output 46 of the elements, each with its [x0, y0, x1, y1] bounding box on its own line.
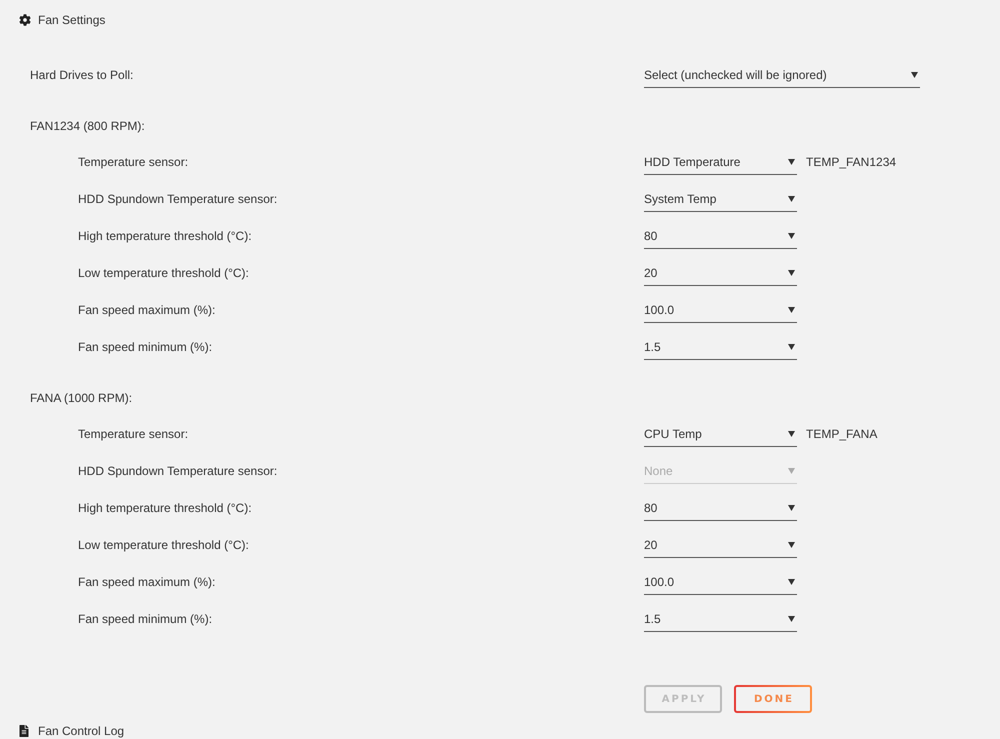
field-label: High temperature threshold (°C): [78, 500, 253, 514]
field-label: Low temperature threshold (°C): [78, 266, 250, 280]
field-label: Fan speed minimum (%): [78, 340, 214, 354]
field-label: Fan speed maximum (%): [78, 302, 216, 316]
caret-icon [911, 72, 918, 78]
dropdown-field[interactable]: 80 [644, 223, 797, 249]
caret-icon [788, 232, 795, 238]
field-label: Low temperature threshold (°C): [78, 538, 250, 552]
caret-icon [788, 542, 795, 548]
dropdown-field[interactable]: CPU Temp [644, 421, 797, 447]
field-label: HDD Spundown Temperature sensor: [78, 464, 278, 478]
dropdown-field[interactable]: 100.0 [644, 297, 797, 323]
dropdown-field[interactable]: 80 [644, 495, 797, 521]
caret-icon [788, 158, 795, 164]
field-label: Temperature sensor: [78, 154, 190, 168]
caret-icon [788, 344, 795, 350]
dropdown-field[interactable]: System Temp [644, 186, 797, 212]
caret-icon [788, 468, 795, 474]
gear-icon [19, 14, 31, 26]
dropdown-field[interactable]: 20 [644, 260, 797, 286]
field-label: HDD Spundown Temperature sensor: [78, 192, 278, 206]
caret-icon [788, 196, 795, 202]
caret-icon [788, 616, 795, 622]
caret-icon [788, 270, 795, 276]
fan-title: FAN1234 (800 RPM): [30, 118, 146, 132]
caret-icon [788, 578, 795, 584]
caret-icon [788, 504, 795, 510]
section-title: Fan Control Log [38, 724, 124, 738]
dropdown-field[interactable]: HDD Temperature [644, 149, 797, 175]
field-label: High temperature threshold (°C): [78, 228, 253, 242]
field-label: Temperature sensor: [78, 426, 190, 440]
field-label: Fan speed minimum (%): [78, 612, 214, 626]
dropdown-field[interactable]: 1.5 [644, 334, 797, 360]
caret-icon [788, 430, 795, 436]
field-label: Hard Drives to Poll: [30, 68, 134, 82]
dropdown-field[interactable]: Select (unchecked will be ignored) [644, 62, 920, 88]
dropdown-field[interactable]: 100.0 [644, 569, 797, 595]
dropdown-field[interactable]: 1.5 [644, 606, 797, 632]
field-label: Fan speed maximum (%): [78, 574, 216, 588]
fan-title: FANA (1000 RPM): [30, 390, 134, 404]
sensor-name: TEMP_FAN1234 [806, 154, 896, 168]
caret-icon [788, 306, 795, 312]
document-icon [18, 725, 30, 737]
section-title: Fan Settings [38, 13, 106, 27]
sensor-name: TEMP_FANA [806, 426, 878, 440]
dropdown-field[interactable]: 20 [644, 532, 797, 558]
